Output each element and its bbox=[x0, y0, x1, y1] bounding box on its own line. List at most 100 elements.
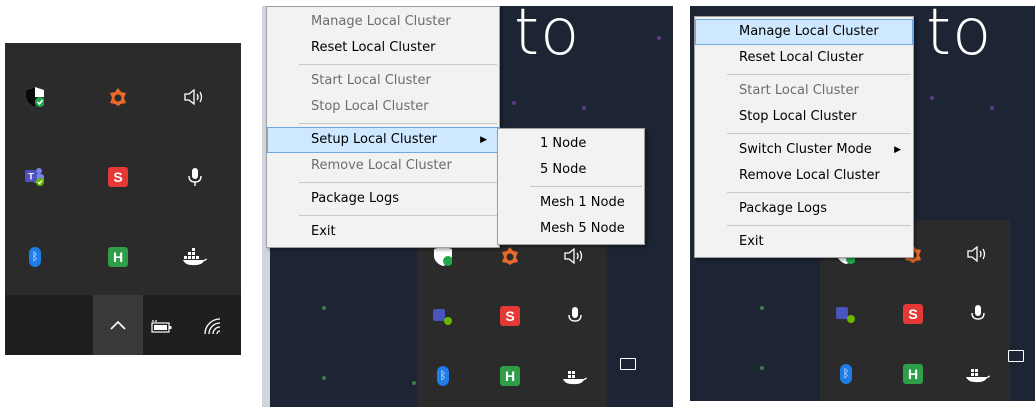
menu-separator bbox=[299, 215, 497, 216]
s-logo-icon: S bbox=[903, 304, 923, 324]
microphone-icon[interactable] bbox=[557, 298, 593, 334]
submenu-item-1-node[interactable]: 1 Node bbox=[498, 131, 644, 157]
bg-dot bbox=[412, 381, 416, 385]
desktop-screenshot-2: to S ᛒ H Manage Local Cluster Reset Loca… bbox=[262, 6, 673, 407]
menu-separator bbox=[727, 74, 911, 75]
menu-item-label: Setup Local Cluster bbox=[311, 132, 437, 147]
bg-dot bbox=[657, 36, 661, 40]
menu-item-switch-cluster-mode[interactable]: Switch Cluster Mode ▶ bbox=[695, 137, 913, 163]
submenu-item-mesh-5-node[interactable]: Mesh 5 Node bbox=[498, 216, 644, 242]
battery-icon[interactable] bbox=[620, 358, 636, 370]
bluetooth-symbol-icon: ᛒ bbox=[840, 364, 852, 384]
menu-separator bbox=[299, 182, 497, 183]
menu-item-exit[interactable]: Exit bbox=[695, 229, 913, 255]
docker-whale-icon bbox=[966, 369, 990, 383]
defender-shield-icon[interactable] bbox=[17, 79, 53, 115]
bluetooth-symbol-icon: ᛒ bbox=[29, 247, 41, 267]
menu-separator bbox=[299, 123, 497, 124]
mic-icon bbox=[568, 307, 582, 322]
battery-icon[interactable] bbox=[151, 319, 173, 333]
volume-icon bbox=[967, 246, 986, 262]
speaker-icon[interactable] bbox=[960, 236, 996, 272]
teams-app-icon: T bbox=[25, 168, 44, 186]
submenu-arrow-icon: ▶ bbox=[480, 135, 487, 145]
teams-app-icon bbox=[836, 307, 855, 323]
chevron-up-icon bbox=[110, 320, 126, 330]
bg-dot bbox=[582, 106, 586, 110]
s-app-icon[interactable]: S bbox=[492, 298, 528, 334]
h-app-icon[interactable]: H bbox=[100, 239, 136, 275]
taskbar-strip bbox=[5, 295, 241, 355]
bg-dot bbox=[512, 101, 516, 105]
svg-text:T: T bbox=[28, 172, 34, 182]
gear-flower-icon[interactable] bbox=[100, 79, 136, 115]
volume-icon bbox=[564, 248, 583, 264]
bg-dot bbox=[322, 376, 326, 380]
h-app-icon[interactable]: H bbox=[492, 358, 528, 394]
bg-dot bbox=[990, 106, 994, 110]
shield-icon bbox=[26, 87, 44, 107]
menu-item-reset-local-cluster[interactable]: Reset Local Cluster bbox=[267, 35, 499, 61]
menu-item-reset-local-cluster[interactable]: Reset Local Cluster bbox=[695, 45, 913, 71]
menu-separator bbox=[727, 192, 911, 193]
desktop-screenshot-3: to S ᛒ H Manage Local Cluster Reset Loca… bbox=[690, 6, 1035, 401]
menu-separator bbox=[727, 225, 911, 226]
docker-icon[interactable] bbox=[177, 239, 213, 275]
menu-item-manage-local-cluster[interactable]: Manage Local Cluster bbox=[695, 19, 913, 45]
microphone-icon[interactable] bbox=[960, 296, 996, 332]
microphone-icon[interactable] bbox=[177, 159, 213, 195]
orange-flower-icon bbox=[502, 247, 518, 265]
menu-item-package-logs[interactable]: Package Logs bbox=[267, 186, 499, 212]
menu-separator bbox=[299, 64, 497, 65]
menu-separator bbox=[727, 133, 911, 134]
menu-item-setup-local-cluster[interactable]: Setup Local Cluster ▶ bbox=[267, 127, 499, 153]
teams-icon[interactable] bbox=[425, 298, 461, 334]
h-logo-icon: H bbox=[500, 366, 520, 386]
orange-flower-icon bbox=[110, 88, 126, 106]
s-app-icon[interactable]: S bbox=[895, 296, 931, 332]
menu-item-manage-local-cluster[interactable]: Manage Local Cluster bbox=[267, 9, 499, 35]
mic-icon bbox=[188, 168, 202, 186]
tray-icon-grid: T S ᛒ H bbox=[5, 43, 241, 295]
teams-icon[interactable]: T bbox=[17, 159, 53, 195]
menu-item-stop-local-cluster[interactable]: Stop Local Cluster bbox=[695, 104, 913, 130]
menu-item-remove-local-cluster[interactable]: Remove Local Cluster bbox=[695, 163, 913, 189]
bluetooth-symbol-icon: ᛒ bbox=[437, 366, 449, 386]
submenu-arrow-icon: ▶ bbox=[894, 145, 901, 155]
bg-dot bbox=[322, 306, 326, 310]
docker-icon[interactable] bbox=[557, 358, 593, 394]
menu-item-label: Switch Cluster Mode bbox=[739, 142, 872, 157]
bluetooth-icon[interactable]: ᛒ bbox=[17, 239, 53, 275]
h-logo-icon: H bbox=[903, 364, 923, 384]
context-menu: Manage Local Cluster Reset Local Cluster… bbox=[694, 16, 914, 258]
bluetooth-icon[interactable]: ᛒ bbox=[828, 356, 864, 392]
menu-item-start-local-cluster[interactable]: Start Local Cluster bbox=[267, 68, 499, 94]
s-app-icon[interactable]: S bbox=[100, 159, 136, 195]
menu-item-stop-local-cluster[interactable]: Stop Local Cluster bbox=[267, 94, 499, 120]
submenu-item-5-node[interactable]: 5 Node bbox=[498, 157, 644, 183]
volume-icon bbox=[184, 89, 203, 105]
menu-item-start-local-cluster[interactable]: Start Local Cluster bbox=[695, 78, 913, 104]
speaker-icon[interactable] bbox=[177, 79, 213, 115]
battery-icon[interactable] bbox=[1008, 350, 1024, 362]
setup-submenu: 1 Node 5 Node Mesh 1 Node Mesh 5 Node bbox=[497, 128, 645, 245]
teams-icon[interactable] bbox=[828, 296, 864, 332]
show-hidden-icons-button[interactable] bbox=[93, 295, 143, 355]
bg-dot bbox=[760, 366, 764, 370]
docker-whale-icon bbox=[183, 248, 207, 266]
bluetooth-icon[interactable]: ᛒ bbox=[425, 358, 461, 394]
wifi-icon[interactable] bbox=[203, 317, 223, 335]
docker-icon[interactable] bbox=[960, 356, 996, 392]
submenu-item-mesh-1-node[interactable]: Mesh 1 Node bbox=[498, 190, 644, 216]
mic-icon bbox=[971, 305, 985, 320]
h-logo-icon: H bbox=[108, 247, 128, 267]
s-logo-icon: S bbox=[108, 167, 128, 187]
background-heading-text: to bbox=[926, 6, 993, 70]
menu-item-remove-local-cluster[interactable]: Remove Local Cluster bbox=[267, 153, 499, 179]
bg-dot bbox=[930, 96, 934, 100]
h-app-icon[interactable]: H bbox=[895, 356, 931, 392]
menu-item-package-logs[interactable]: Package Logs bbox=[695, 196, 913, 222]
bg-dot bbox=[760, 306, 764, 310]
menu-item-exit[interactable]: Exit bbox=[267, 219, 499, 245]
teams-app-icon bbox=[433, 309, 452, 325]
